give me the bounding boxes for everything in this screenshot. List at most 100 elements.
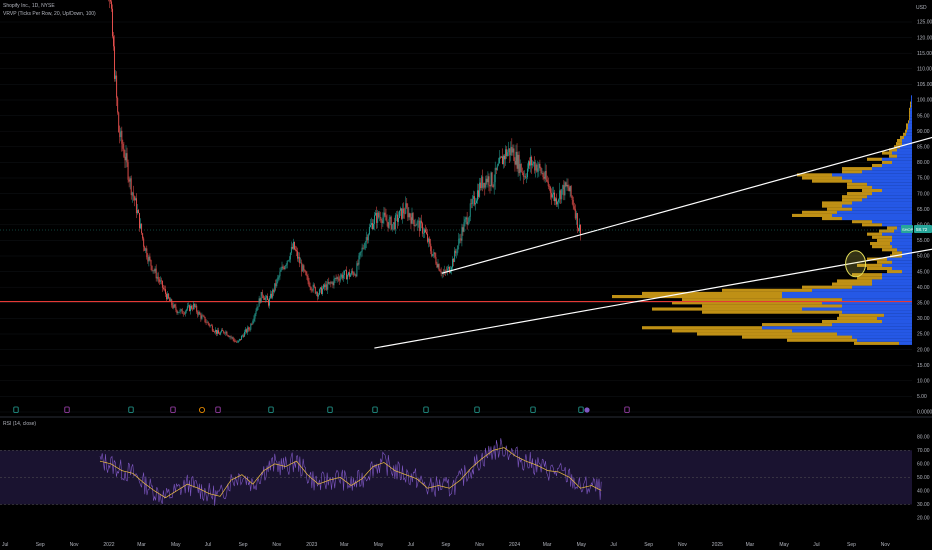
- candle-body: [257, 306, 259, 308]
- candle-body: [352, 271, 354, 273]
- volume-profile-row-down: [762, 323, 832, 327]
- candle-body: [344, 270, 346, 271]
- candle-body: [142, 233, 144, 239]
- vrvp-indicator-label[interactable]: VRVP (Ticks Per Row, 20, Up/Down, 100): [3, 11, 96, 17]
- candle-body: [191, 305, 192, 309]
- candle-body: [544, 171, 546, 179]
- volume-profile-row-down: [802, 210, 837, 214]
- price-tick-label: 40.00: [917, 285, 930, 291]
- candle-body: [269, 298, 270, 306]
- candle-body: [385, 215, 387, 221]
- candle-body: [157, 276, 159, 280]
- volume-profile-row-down: [872, 245, 892, 249]
- volume-profile-row-up: [910, 117, 912, 121]
- candle-body: [358, 255, 360, 265]
- volume-profile-row-up: [862, 198, 912, 202]
- volume-profile-row-down: [839, 313, 884, 317]
- candle-body: [206, 321, 208, 323]
- price-tick-label: 115.00: [917, 51, 932, 57]
- volume-profile-row-up: [882, 263, 912, 267]
- chart-canvas[interactable]: 125.00 120.00 115.00 110.00 105.00 100.00 95.0…: [0, 0, 932, 550]
- candle-body: [561, 189, 563, 200]
- volume-profile-row-down: [905, 129, 907, 133]
- candle-body: [294, 241, 295, 250]
- candle-body: [201, 315, 203, 319]
- time-tick-label: Nov: [678, 542, 687, 548]
- rsi-tick-label: 70.00: [917, 448, 930, 454]
- volume-profile-row-down: [847, 185, 872, 189]
- candle-body: [556, 198, 558, 205]
- candle-body: [121, 130, 123, 144]
- volume-profile-row-up: [872, 220, 912, 224]
- candle-body: [387, 222, 389, 228]
- rsi-indicator-label[interactable]: RSI (14, close): [3, 421, 36, 427]
- candle-body: [117, 97, 119, 113]
- candle-body: [250, 324, 252, 330]
- volume-profile-row-up: [902, 254, 912, 258]
- volume-profile-row-down: [910, 104, 911, 108]
- price-tick-label: 105.00: [917, 82, 932, 88]
- candle-body: [574, 208, 576, 219]
- candle-body: [432, 254, 434, 256]
- volume-profile-row-up: [882, 276, 912, 280]
- candle-body: [135, 198, 137, 214]
- candle-body: [567, 184, 569, 188]
- candle-body: [370, 223, 372, 226]
- candle-body: [278, 276, 280, 278]
- candle-body: [532, 163, 534, 166]
- candle-body: [225, 331, 227, 334]
- candle-body: [511, 147, 513, 153]
- candle-body: [351, 271, 353, 275]
- rsi-tick-label: 50.00: [917, 475, 930, 481]
- candle-body: [245, 329, 247, 332]
- candle-body: [360, 251, 362, 253]
- candle-body: [277, 277, 279, 280]
- candle-body: [207, 321, 209, 324]
- candle-body: [454, 250, 456, 263]
- volume-profile-row-up: [911, 98, 912, 102]
- candle-body: [473, 196, 475, 205]
- candle-body: [498, 157, 500, 164]
- candle-body: [265, 296, 267, 298]
- candle-body: [467, 221, 469, 225]
- price-tick-label: 65.00: [917, 207, 930, 213]
- candle-body: [489, 185, 491, 187]
- candle-body: [280, 269, 282, 272]
- candle-body: [160, 280, 162, 281]
- volume-profile-row-up: [882, 157, 912, 161]
- candle-body: [164, 288, 165, 290]
- volume-profile-row-down: [906, 126, 908, 130]
- candle-body: [132, 192, 134, 197]
- candle-body: [389, 217, 391, 220]
- candle-body: [497, 163, 499, 166]
- candle-body: [298, 256, 300, 259]
- candle-body: [144, 246, 146, 251]
- candle-body: [148, 256, 150, 262]
- candle-body: [434, 252, 436, 258]
- candle-body: [421, 223, 423, 234]
- candle-body: [218, 330, 220, 334]
- candle-body: [221, 329, 223, 333]
- volume-profile-row-down: [896, 142, 902, 146]
- candle-body: [256, 307, 258, 311]
- candle-body: [138, 210, 139, 214]
- candle-body: [438, 264, 440, 271]
- candle-body: [512, 148, 514, 153]
- candle-body: [563, 185, 565, 196]
- candle-body: [237, 340, 239, 342]
- volume-profile-row-down: [697, 332, 837, 336]
- candle-body: [372, 223, 373, 229]
- candle-body: [166, 293, 168, 300]
- candle-body: [307, 276, 309, 282]
- candle-body: [323, 284, 325, 289]
- candle-body: [516, 151, 518, 169]
- candle-body: [263, 298, 265, 300]
- candle-body: [127, 162, 129, 180]
- candle-body: [239, 338, 241, 340]
- candle-body: [311, 290, 313, 291]
- candle-body: [149, 256, 151, 260]
- candle-body: [264, 297, 266, 300]
- candle-body: [460, 238, 462, 241]
- candle-body: [281, 266, 283, 270]
- time-tick-label: Sep: [36, 542, 45, 548]
